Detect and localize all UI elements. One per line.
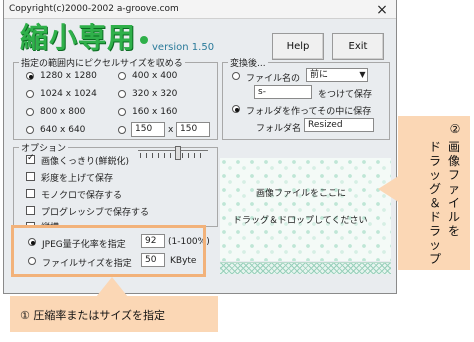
callout-right-arrow: [378, 175, 400, 203]
exit-button[interactable]: Exit: [332, 33, 384, 60]
app-logo-title: 縮小専用: [20, 21, 137, 54]
chevron-down-icon[interactable]: ▼: [358, 69, 367, 81]
callout-right-col1: 画像ファイルを: [447, 140, 460, 238]
progressive-label: プログレッシブで保存する: [41, 208, 150, 218]
logo-dot: [140, 36, 148, 44]
append-label: をつけて保存: [318, 90, 373, 100]
radio-160-label: 160 x 160: [132, 107, 178, 117]
radio-1024[interactable]: [26, 90, 34, 98]
radio-800[interactable]: [26, 108, 34, 116]
rename-label: ファイル名の: [246, 74, 301, 84]
radio-160[interactable]: [118, 108, 126, 116]
radio-1024-label: 1024 x 1024: [40, 89, 97, 99]
radio-rename[interactable]: [232, 72, 240, 80]
compression-highlight: [11, 225, 206, 277]
checkbox-monochrome[interactable]: [26, 189, 35, 198]
folder-option-label: フォルダを作ってその中に保存: [246, 107, 372, 117]
drop-zone-hatch: [220, 262, 391, 274]
radio-folder[interactable]: [232, 105, 240, 113]
pixel-size-group-label: 指定の範囲内にピクセルサイズを収める: [19, 56, 185, 69]
callout-bottom-text: ① 圧縮率またはサイズを指定: [20, 309, 166, 322]
close-icon[interactable]: ×: [374, 2, 390, 18]
drop-zone-text-2: ドラッグ＆ドロップしてください: [233, 216, 368, 226]
radio-640-label: 640 x 640: [40, 125, 86, 135]
custom-x-label: x: [168, 125, 174, 135]
drop-zone[interactable]: [220, 158, 391, 261]
checkbox-sharpen[interactable]: [26, 153, 35, 164]
checkbox-saturation[interactable]: [26, 172, 35, 181]
radio-800-label: 800 x 800: [40, 107, 86, 117]
checkbox-progressive[interactable]: [26, 206, 35, 215]
callout-right-number: ②: [449, 122, 461, 136]
drop-zone-text-1: 画像ファイルをここに: [256, 189, 347, 199]
monochrome-label: モノクロで保存する: [41, 191, 123, 201]
radio-640[interactable]: [26, 126, 34, 134]
custom-height-input[interactable]: 150: [176, 122, 210, 137]
saturation-label: 彩度を上げて保存: [41, 174, 114, 184]
version-label: version 1.50: [152, 42, 215, 53]
radio-custom[interactable]: [118, 126, 126, 134]
save-group-label: 変換後...: [228, 56, 268, 69]
radio-400[interactable]: [118, 72, 126, 80]
callout-bottom-arrow: [96, 277, 128, 297]
window-title: Copyright(c)2000-2002 a-groove.com: [9, 4, 179, 14]
prefix-input[interactable]: s-: [254, 85, 312, 99]
folder-name-input[interactable]: Resized: [304, 118, 374, 132]
folder-name-label: フォルダ名: [256, 124, 302, 134]
callout-right-col2: ドラッグ＆ドラップ: [428, 140, 441, 266]
radio-400-label: 400 x 400: [132, 71, 178, 81]
sharpen-slider-ticks: [140, 153, 206, 158]
help-button[interactable]: Help: [272, 33, 324, 60]
radio-320[interactable]: [118, 90, 126, 98]
radio-1280-label: 1280 x 1280: [40, 71, 97, 81]
radio-320-label: 320 x 320: [132, 89, 178, 99]
sharpen-label: 画像くっきり(鮮鋭化): [41, 157, 130, 167]
custom-width-input[interactable]: 150: [131, 122, 165, 137]
radio-1280[interactable]: [26, 72, 34, 80]
sharpen-slider-thumb[interactable]: [175, 146, 181, 160]
